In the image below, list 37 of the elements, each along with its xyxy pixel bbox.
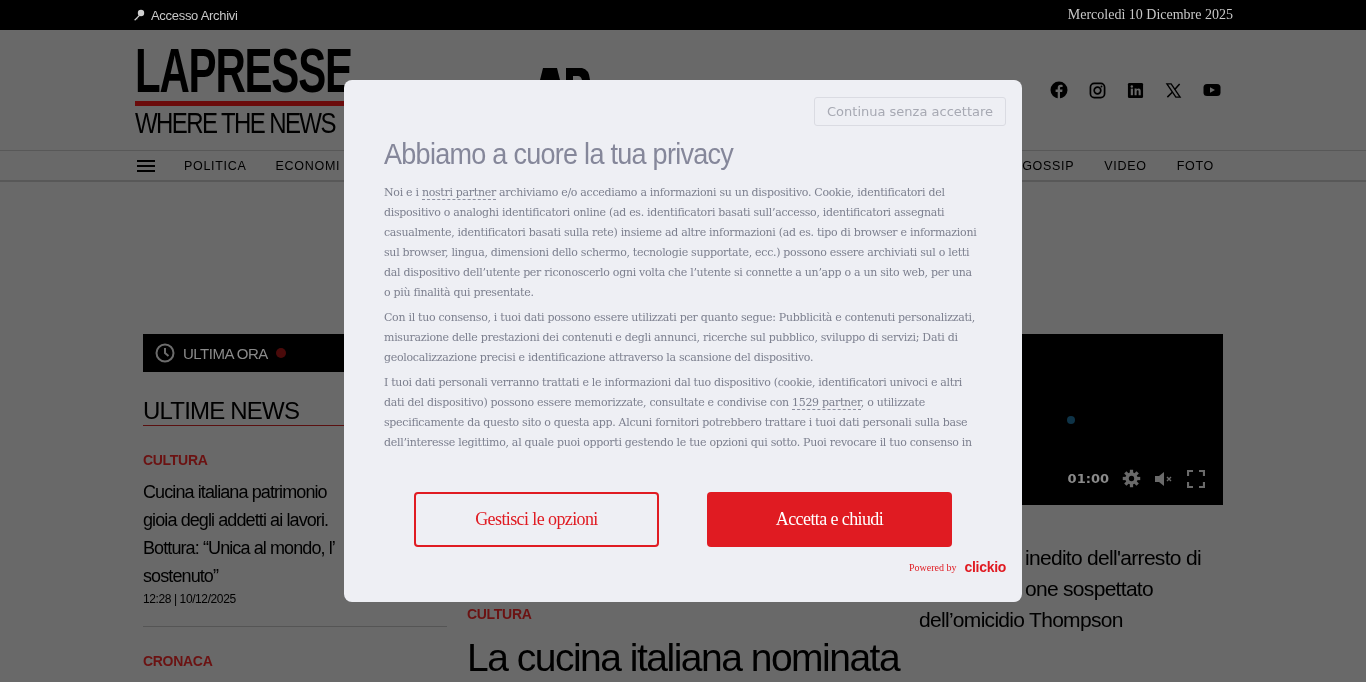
- accept-button[interactable]: Accetta e chiudi: [707, 492, 952, 547]
- partner-link[interactable]: nostri partner: [421, 186, 496, 200]
- partner-link[interactable]: 1529 partner: [792, 396, 861, 410]
- article-headline[interactable]: La cucina italiana nominata: [467, 634, 899, 682]
- x-logo-icon[interactable]: [1165, 81, 1182, 99]
- nav-link[interactable]: GOSSIP: [1022, 158, 1075, 173]
- nav-link[interactable]: FOTO: [1176, 158, 1214, 173]
- partner-logo: [538, 68, 590, 80]
- linkedin-icon[interactable]: [1127, 81, 1144, 99]
- breaking-label: ULTIMA ORA: [183, 344, 268, 362]
- video-duration: 01:00: [1067, 471, 1109, 486]
- brand-logo[interactable]: clickio: [964, 559, 1006, 575]
- facebook-icon[interactable]: [1050, 81, 1068, 99]
- loading-dot-icon: [1067, 416, 1075, 424]
- category-label[interactable]: CRONACA: [143, 653, 447, 669]
- settings-icon[interactable]: [1122, 469, 1141, 488]
- menu-icon[interactable]: [137, 158, 155, 173]
- continue-without-accepting-button[interactable]: Continua senza accettare: [814, 97, 1006, 126]
- mute-icon[interactable]: [1154, 470, 1174, 487]
- powered-by-text: Powered by: [909, 561, 957, 573]
- dialog-title: Abbiamo a cuore la tua privacy: [384, 137, 735, 171]
- clock-icon: [155, 343, 175, 363]
- manage-options-button[interactable]: Gestisci le opzioni: [414, 492, 659, 547]
- youtube-icon[interactable]: [1203, 83, 1221, 97]
- article-title[interactable]: Cucina italiana patrimonio gioia degli addetti ai lavori. Bottura: “Unica al mondo, l’ sostenuto”: [143, 478, 343, 590]
- fullscreen-icon[interactable]: [1187, 469, 1205, 488]
- nav-link[interactable]: ECONOMI: [275, 158, 341, 173]
- nav-link[interactable]: POLITICA: [184, 158, 247, 173]
- live-dot-icon: [275, 348, 286, 358]
- category-label[interactable]: CULTURA: [467, 606, 899, 622]
- date-text: Mercoledì 10 Dicembre 2025: [1067, 7, 1233, 23]
- archive-link[interactable]: Accesso Archivi: [133, 7, 238, 23]
- key-icon: [133, 9, 145, 21]
- nav-link[interactable]: VIDEO: [1104, 158, 1147, 173]
- instagram-icon[interactable]: [1089, 81, 1106, 99]
- consent-paragraph: Noi e i nostri partner archiviamo e/o accediamo a informazioni su un dispositivo. Cookie, identificatori del dispositivo o analoghi identificatori online (ad es. identificatori basati sull’accesso, identificatori assegnati casualmente, identificatori basati sulla rete) insieme ad altre informazioni (ad es. tipo di browser e informazioni sul browser, lingua, dimensioni dello schermo, tecnologie supportate, ecc.) possono essere archiviati sul o letti dal dispositivo dell’utente per riconoscerlo ogni volta che l’utente si connette a un’app o a un sito web, per una o più finalità qui presentate.: [384, 185, 978, 301]
- article-time: 12:28 | 10/12/2025: [143, 592, 237, 606]
